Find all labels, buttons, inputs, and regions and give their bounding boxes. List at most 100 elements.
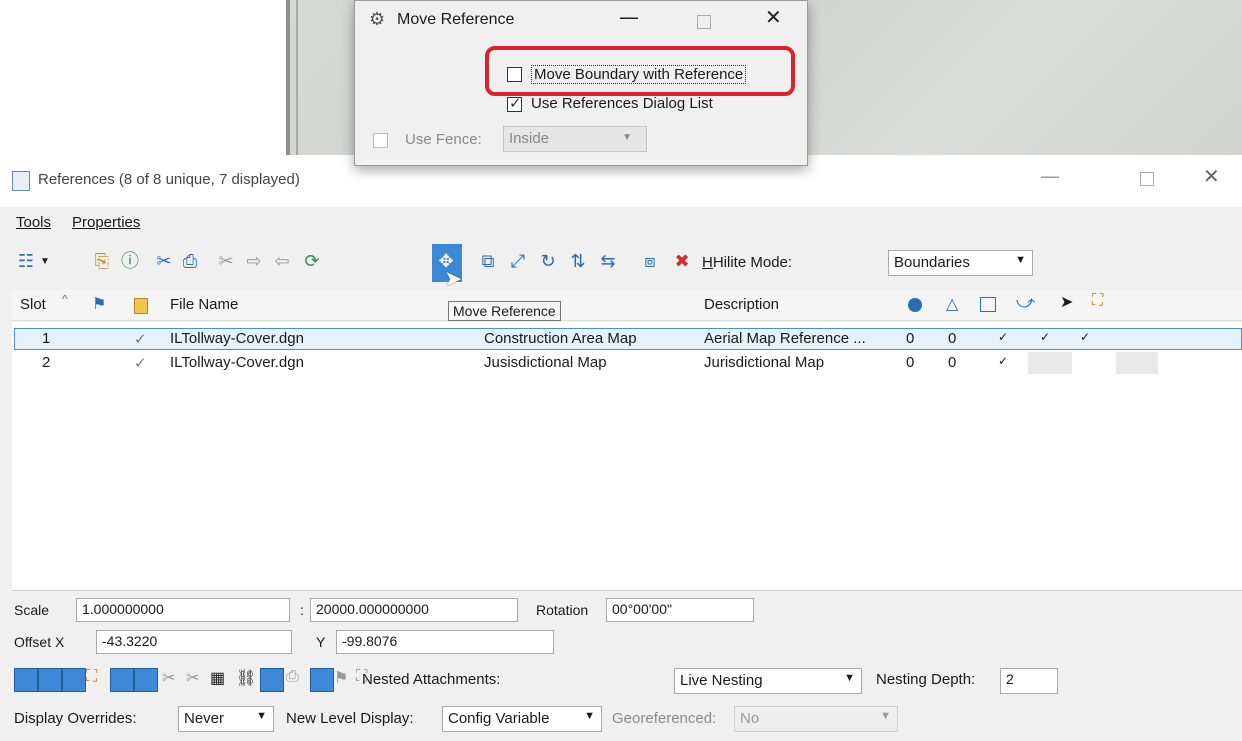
use-fence-value: Inside bbox=[509, 130, 550, 147]
chevron-down-icon[interactable]: ▼ bbox=[40, 256, 50, 267]
row1-mark2[interactable]: ✓ bbox=[1040, 330, 1050, 344]
display-overrides-select[interactable]: Never ▼ bbox=[178, 706, 274, 732]
level-icon[interactable]: ▦ bbox=[210, 668, 225, 688]
display-overrides-label: Display Overrides: bbox=[14, 710, 137, 727]
display-toggle-icon[interactable] bbox=[14, 668, 38, 692]
locate-icon[interactable]: ➤ bbox=[1060, 292, 1073, 312]
sort-up-icon: ^ bbox=[62, 292, 68, 306]
snap-toggle-icon[interactable] bbox=[38, 668, 62, 692]
detach-icon[interactable]: ✂ bbox=[152, 250, 176, 274]
dialog-close-button[interactable]: ✕ bbox=[765, 5, 782, 29]
new-level-display-value: Config Variable bbox=[448, 710, 550, 727]
row2-slot: 2 bbox=[42, 354, 51, 371]
minimize-button[interactable]: — bbox=[1040, 164, 1060, 188]
highlight-annotation bbox=[485, 46, 795, 96]
use-fence-checkbox[interactable] bbox=[373, 133, 388, 148]
disabled-cell bbox=[1116, 352, 1158, 374]
column-file-name[interactable]: File Name bbox=[170, 296, 238, 313]
scale-label: Scale bbox=[14, 602, 50, 618]
true-scale-icon[interactable] bbox=[110, 668, 134, 692]
georeferenced-select[interactable]: No ▼ bbox=[734, 706, 898, 732]
attach-reference-icon[interactable]: ⎘ bbox=[90, 250, 114, 274]
file-icon[interactable] bbox=[134, 298, 148, 314]
toolbar: ☷ ▼ ⎘ ⓘ ✂ ⎙ ✂ ⇨ ⇦ ⟳ ✥ ➤ ⧉ ⤢ ↻ ⇅ ⇆ ⧈ ✖ HH… bbox=[14, 244, 1242, 291]
column-description[interactable]: Description bbox=[704, 296, 779, 313]
mirror-vertical-icon[interactable]: ⇆ bbox=[596, 250, 620, 274]
row2-logical: Jusisdictional Map bbox=[484, 354, 607, 371]
use-list-label[interactable]: Use References Dialog List bbox=[531, 95, 713, 112]
disabled-cell bbox=[1028, 352, 1072, 374]
scale-reference-icon[interactable]: ⤢ bbox=[506, 250, 530, 274]
rotation-field[interactable]: 00°00'00" bbox=[606, 598, 754, 622]
globe-icon[interactable] bbox=[908, 298, 922, 312]
hilite-mode-value: Boundaries bbox=[894, 254, 970, 271]
maximize-button[interactable] bbox=[1140, 172, 1154, 186]
menu-properties[interactable]: Properties bbox=[72, 214, 140, 231]
row2-description: Jurisdictional Map bbox=[704, 354, 825, 371]
new-level-display-select[interactable]: Config Variable ▼ bbox=[442, 706, 602, 732]
offset-x-field[interactable]: -43.3220 bbox=[96, 630, 292, 654]
row2-mark1[interactable]: ✓ bbox=[998, 354, 1008, 368]
chevron-down-icon: ▼ bbox=[880, 710, 891, 722]
locate-toggle-icon[interactable] bbox=[62, 668, 86, 692]
tooltip: Move Reference bbox=[448, 301, 561, 321]
clip-toggle-icon[interactable]: ✂ bbox=[162, 668, 175, 688]
clip-icon[interactable]: ✂ bbox=[214, 250, 238, 274]
print-icon[interactable]: ⎙ bbox=[286, 668, 299, 686]
display-icon[interactable] bbox=[980, 297, 996, 312]
menu-tools[interactable]: Tools bbox=[16, 214, 51, 231]
clip-mask-icon[interactable]: ⇨ bbox=[242, 250, 266, 274]
hilite-mode-select[interactable]: Boundaries ▼ bbox=[888, 250, 1033, 276]
rotate-reference-icon[interactable]: ↻ bbox=[536, 250, 560, 274]
cursor-icon: ➤ bbox=[444, 266, 463, 291]
row1-slot: 1 bbox=[42, 330, 51, 347]
references-title: References (8 of 8 unique, 7 displayed) bbox=[38, 171, 300, 188]
close-button[interactable]: ✕ bbox=[1203, 164, 1220, 188]
use-fence-label: Use Fence: bbox=[405, 131, 482, 148]
flag-icon[interactable]: ⚑ bbox=[92, 294, 106, 314]
snap-icon[interactable]: ⤻ bbox=[1016, 292, 1035, 313]
menu-properties-label: Properties bbox=[72, 214, 141, 231]
shapes-icon[interactable]: △ bbox=[946, 294, 958, 314]
row2-file: ILTollway-Cover.dgn bbox=[170, 354, 304, 371]
reload-icon[interactable]: ⟳ bbox=[300, 250, 324, 274]
merge-icon[interactable]: ⧈ bbox=[638, 250, 662, 274]
ignore-attach-icon[interactable]: ✂ bbox=[186, 668, 199, 688]
row1-c1: 0 bbox=[906, 330, 915, 347]
copy-reference-icon[interactable]: ⧉ bbox=[476, 250, 500, 274]
column-slot[interactable]: Slot bbox=[20, 296, 46, 313]
use-fence-select[interactable]: Inside ▼ bbox=[503, 126, 647, 152]
annotation-scale-icon[interactable] bbox=[310, 668, 334, 692]
scale-field[interactable]: 1.000000000 bbox=[76, 598, 290, 622]
flag-icon[interactable]: ⚑ bbox=[334, 668, 348, 688]
lightbulb-toggle-icon[interactable] bbox=[260, 668, 284, 692]
row1-check: ✓ bbox=[134, 331, 147, 348]
row1-mark1[interactable]: ✓ bbox=[998, 330, 1008, 344]
y-label: Y bbox=[316, 634, 326, 650]
georeferenced-value: No bbox=[740, 710, 760, 727]
use-list-checkbox[interactable] bbox=[507, 94, 522, 112]
nested-attachments-value: Live Nesting bbox=[680, 672, 763, 689]
scale-line-icon[interactable] bbox=[134, 668, 158, 692]
nesting-depth-field[interactable]: 2 bbox=[1000, 668, 1058, 694]
hilite-mode-label: HHilite Mode: bbox=[702, 254, 793, 271]
mirror-horizontal-icon[interactable]: ⇅ bbox=[566, 250, 590, 274]
row1-mark3[interactable]: ✓ bbox=[1080, 330, 1090, 344]
clip-back-icon[interactable]: ⇦ bbox=[270, 250, 294, 274]
delete-reference-icon[interactable]: ✖ bbox=[670, 250, 694, 274]
lock-icon[interactable]: ⛶ bbox=[86, 668, 97, 686]
nested-attachments-select[interactable]: Live Nesting ▼ bbox=[674, 668, 862, 694]
tree-view-icon[interactable]: ☷ bbox=[14, 250, 38, 274]
y-field[interactable]: -99.8076 bbox=[336, 630, 554, 654]
print-icon[interactable]: ⎙ bbox=[178, 250, 202, 274]
info-icon[interactable]: ⓘ bbox=[118, 250, 142, 274]
row1-description: Aerial Map Reference ... bbox=[704, 330, 866, 347]
window-edge bbox=[286, 0, 290, 160]
scale-field-2[interactable]: 20000.000000000 bbox=[310, 598, 518, 622]
dialog-maximize-button[interactable] bbox=[697, 15, 711, 29]
lock-icon[interactable]: ⛶ bbox=[1092, 292, 1103, 310]
dialog-minimize-button[interactable]: — bbox=[619, 5, 639, 29]
treat-as-element-icon[interactable]: ⛓ bbox=[236, 668, 256, 688]
wrench-icon: ⚙ bbox=[369, 9, 386, 29]
row1-c2: 0 bbox=[948, 330, 957, 347]
